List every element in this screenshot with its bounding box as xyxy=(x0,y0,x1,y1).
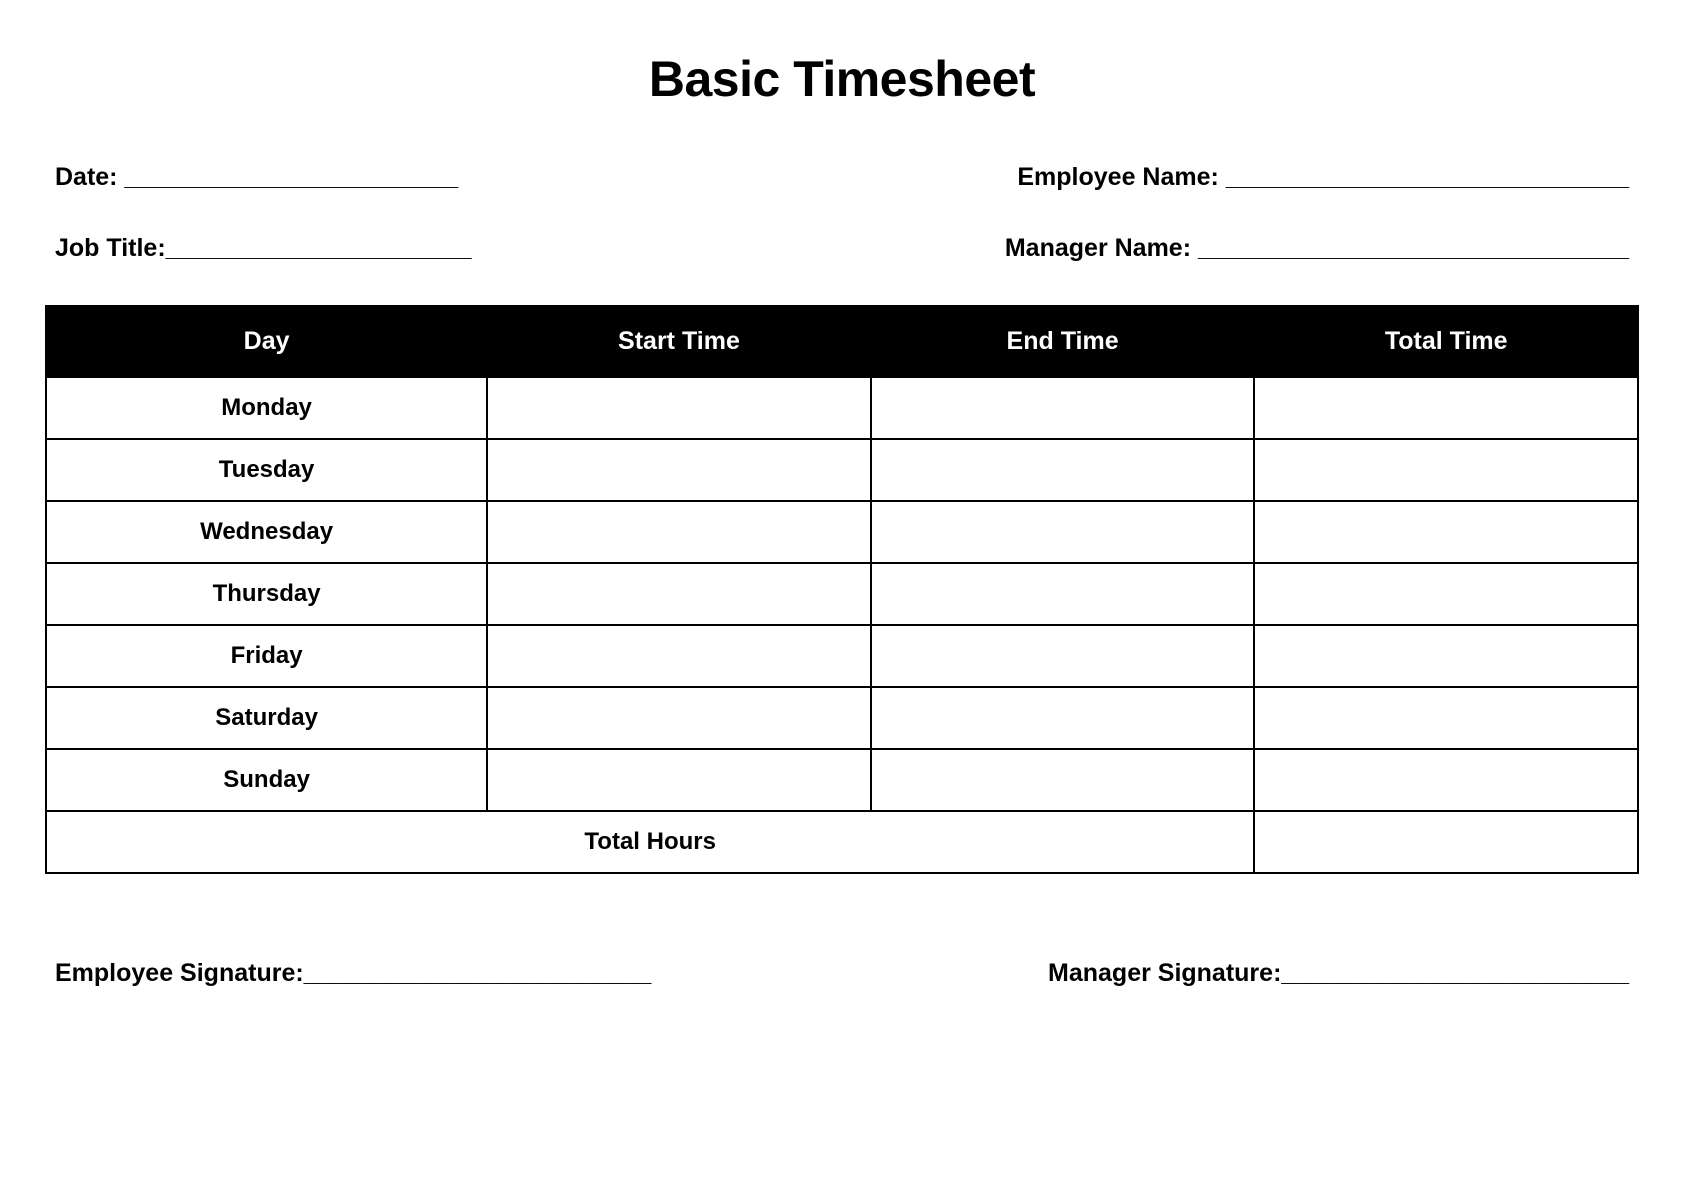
manager-name-field[interactable]: Manager Name: __________________________… xyxy=(1005,234,1629,263)
table-row: Monday xyxy=(46,377,1638,439)
manager-signature-field[interactable]: Manager Signature:______________________… xyxy=(1048,959,1629,988)
timesheet-table: Day Start Time End Time Total Time Monda… xyxy=(45,305,1639,874)
day-cell: Wednesday xyxy=(46,501,487,563)
header-total-time: Total Time xyxy=(1254,306,1638,377)
start-time-cell[interactable] xyxy=(487,749,871,811)
day-cell: Thursday xyxy=(46,563,487,625)
end-time-cell[interactable] xyxy=(871,625,1255,687)
day-cell: Friday xyxy=(46,625,487,687)
start-time-cell[interactable] xyxy=(487,687,871,749)
total-hours-value[interactable] xyxy=(1254,811,1638,873)
end-time-cell[interactable] xyxy=(871,749,1255,811)
total-time-cell[interactable] xyxy=(1254,687,1638,749)
start-time-cell[interactable] xyxy=(487,563,871,625)
start-time-cell[interactable] xyxy=(487,625,871,687)
start-time-cell[interactable] xyxy=(487,377,871,439)
page-title: Basic Timesheet xyxy=(45,50,1639,108)
date-field[interactable]: Date: ________________________ xyxy=(55,163,458,192)
end-time-cell[interactable] xyxy=(871,377,1255,439)
total-time-cell[interactable] xyxy=(1254,749,1638,811)
end-time-cell[interactable] xyxy=(871,501,1255,563)
day-cell: Sunday xyxy=(46,749,487,811)
job-title-field[interactable]: Job Title:______________________ xyxy=(55,234,472,263)
total-hours-row: Total Hours xyxy=(46,811,1638,873)
day-cell: Monday xyxy=(46,377,487,439)
start-time-cell[interactable] xyxy=(487,501,871,563)
header-start-time: Start Time xyxy=(487,306,871,377)
total-time-cell[interactable] xyxy=(1254,377,1638,439)
employee-name-field[interactable]: Employee Name: _________________________… xyxy=(1017,163,1629,192)
start-time-cell[interactable] xyxy=(487,439,871,501)
day-cell: Saturday xyxy=(46,687,487,749)
total-hours-label: Total Hours xyxy=(46,811,1254,873)
info-row-1: Date: ________________________ Employee … xyxy=(45,163,1639,192)
table-row: Wednesday xyxy=(46,501,1638,563)
end-time-cell[interactable] xyxy=(871,687,1255,749)
total-time-cell[interactable] xyxy=(1254,501,1638,563)
total-time-cell[interactable] xyxy=(1254,439,1638,501)
total-time-cell[interactable] xyxy=(1254,563,1638,625)
day-cell: Tuesday xyxy=(46,439,487,501)
end-time-cell[interactable] xyxy=(871,563,1255,625)
table-row: Sunday xyxy=(46,749,1638,811)
table-row: Tuesday xyxy=(46,439,1638,501)
table-header-row: Day Start Time End Time Total Time xyxy=(46,306,1638,377)
employee-signature-field[interactable]: Employee Signature:_____________________… xyxy=(55,959,651,988)
end-time-cell[interactable] xyxy=(871,439,1255,501)
signature-row: Employee Signature:_____________________… xyxy=(45,959,1639,988)
total-time-cell[interactable] xyxy=(1254,625,1638,687)
table-row: Friday xyxy=(46,625,1638,687)
header-day: Day xyxy=(46,306,487,377)
info-row-2: Job Title:______________________ Manager… xyxy=(45,234,1639,263)
table-row: Saturday xyxy=(46,687,1638,749)
header-end-time: End Time xyxy=(871,306,1255,377)
table-row: Thursday xyxy=(46,563,1638,625)
